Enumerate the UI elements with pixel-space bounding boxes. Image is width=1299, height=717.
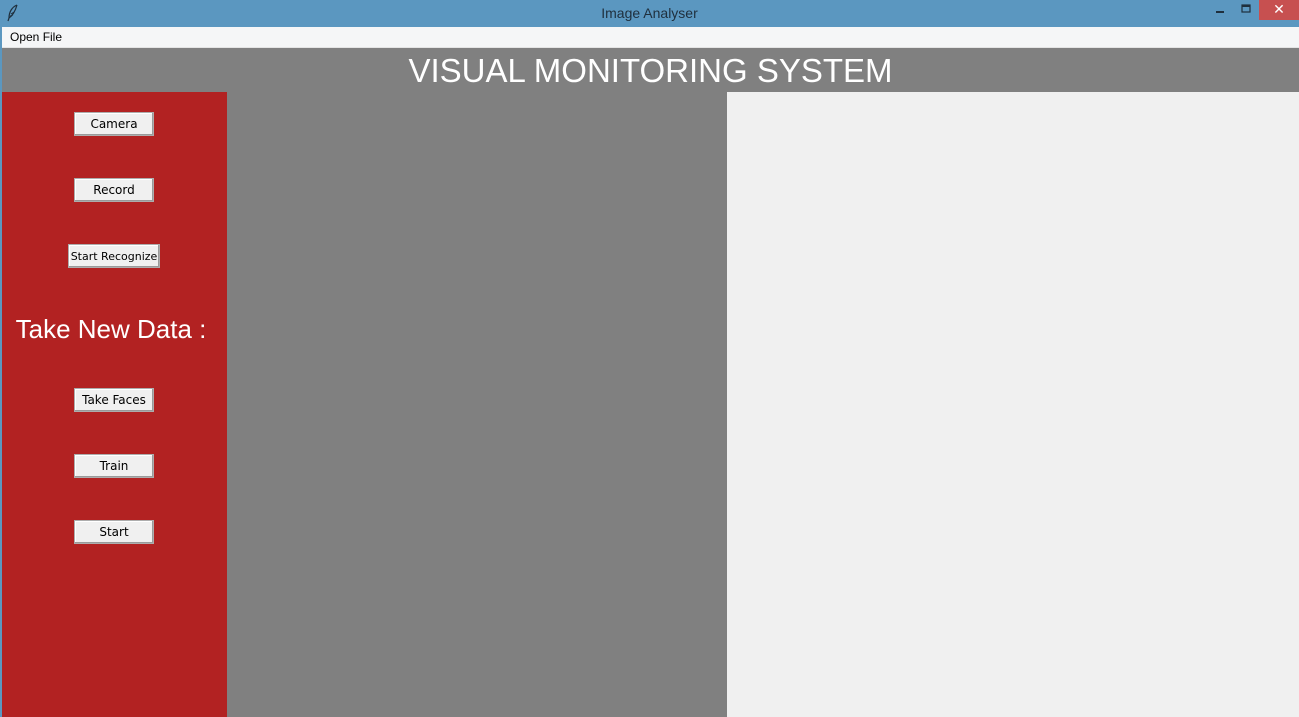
menu-bar: Open File [2,27,1299,48]
minimize-button[interactable] [1207,0,1233,20]
train-button[interactable]: Train [74,454,154,478]
start-button[interactable]: Start [74,520,154,544]
page-title: VISUAL MONITORING SYSTEM [408,52,893,89]
minimize-icon [1215,1,1225,19]
start-recognize-button[interactable]: Start Recognize [68,244,160,268]
video-display-panel [227,92,727,717]
close-button[interactable]: ✕ [1259,0,1299,20]
title-bar[interactable]: Image Analyser ✕ [0,0,1299,27]
maximize-icon [1241,1,1251,19]
take-new-data-label: Take New Data : [15,314,207,344]
maximize-button[interactable] [1233,0,1259,20]
menu-open-file[interactable]: Open File [10,30,62,44]
result-panel [727,92,1299,717]
record-button[interactable]: Record [74,178,154,202]
camera-button[interactable]: Camera [74,112,154,136]
close-icon: ✕ [1273,2,1285,18]
window-title: Image Analyser [601,5,698,21]
header-banner: VISUAL MONITORING SYSTEM [2,48,1299,92]
sidebar: Camera Record Start Recognize Take New D… [2,92,227,717]
take-faces-button[interactable]: Take Faces [74,388,154,412]
app-window: Image Analyser ✕ Open File VISUAL MONITO… [0,0,1299,717]
